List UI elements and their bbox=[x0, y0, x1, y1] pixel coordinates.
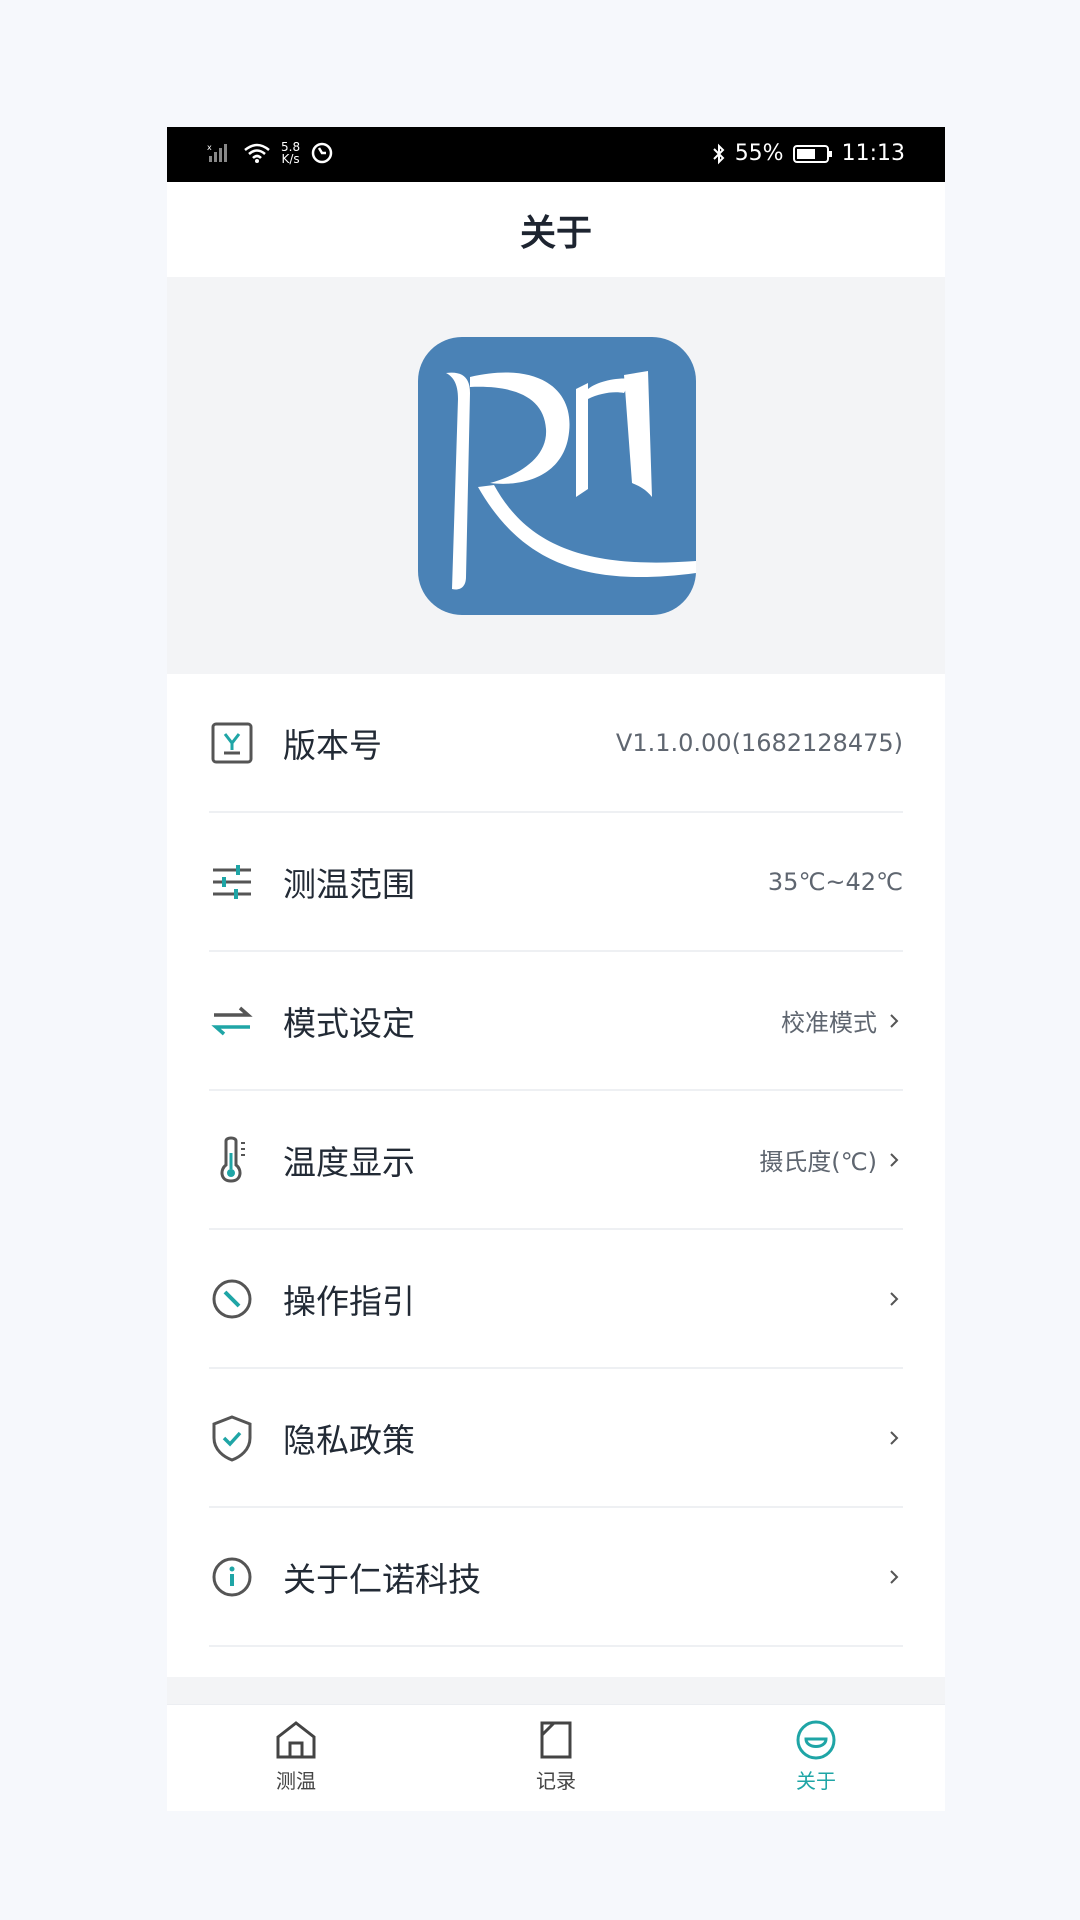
tab-label: 关于 bbox=[796, 1769, 836, 1793]
page-title: 关于 bbox=[519, 212, 592, 254]
chevron-right-icon bbox=[890, 1013, 899, 1028]
setting-mode[interactable]: 模式设定 校准模式 bbox=[209, 952, 903, 1091]
setting-temperature-unit[interactable]: 温度显示 摄氏度(℃) bbox=[209, 1091, 903, 1230]
home-icon bbox=[276, 1721, 316, 1759]
tab-about[interactable]: 关于 bbox=[756, 1719, 876, 1804]
phone-screen: x 5.8 K/s 55% 11:13 关于 版本号 V1.1.0.00(168… bbox=[167, 127, 945, 1811]
version-icon bbox=[209, 720, 255, 766]
setting-about-company[interactable]: 关于仁诺科技 bbox=[209, 1508, 903, 1647]
setting-label: 模式设定 bbox=[283, 1003, 415, 1043]
status-bar: x 5.8 K/s 55% 11:13 bbox=[167, 127, 945, 182]
setting-version: 版本号 V1.1.0.00(1682128475) bbox=[209, 674, 903, 813]
setting-label: 关于仁诺科技 bbox=[283, 1559, 481, 1599]
setting-privacy-policy[interactable]: 隐私政策 bbox=[209, 1369, 903, 1508]
settings-list: 版本号 V1.1.0.00(1682128475) 测温范围 35℃~42℃ 模… bbox=[167, 674, 945, 1677]
setting-value-wrap: 摄氏度(℃) bbox=[759, 1142, 903, 1177]
shield-icon bbox=[209, 1414, 255, 1462]
setting-label: 操作指引 bbox=[283, 1281, 415, 1321]
setting-label: 隐私政策 bbox=[283, 1420, 415, 1460]
network-speed: 5.8 K/s bbox=[281, 141, 300, 165]
wifi-icon bbox=[244, 143, 270, 163]
setting-value-wrap bbox=[885, 1429, 903, 1447]
chevron-right-icon bbox=[890, 1569, 899, 1584]
speed-unit: K/s bbox=[281, 152, 300, 166]
chevron-right-icon bbox=[890, 1430, 899, 1445]
tab-label: 测温 bbox=[276, 1769, 316, 1793]
about-icon bbox=[796, 1720, 836, 1760]
setting-temperature-range: 测温范围 35℃~42℃ bbox=[209, 813, 903, 952]
status-right: 55% 11:13 bbox=[711, 141, 905, 166]
chevron-right-icon bbox=[890, 1152, 899, 1167]
setting-value-wrap bbox=[885, 1290, 903, 1308]
nav-bar: 关于 bbox=[167, 182, 945, 277]
sync-icon bbox=[311, 142, 333, 164]
tab-records[interactable]: 记录 bbox=[496, 1719, 616, 1804]
battery-icon bbox=[792, 144, 832, 163]
setting-value: 校准模式 bbox=[781, 1009, 877, 1037]
record-icon bbox=[540, 1721, 572, 1759]
setting-label: 测温范围 bbox=[283, 864, 415, 904]
setting-label: 版本号 bbox=[283, 725, 382, 765]
setting-operation-guide[interactable]: 操作指引 bbox=[209, 1230, 903, 1369]
battery-percent: 55% bbox=[734, 141, 784, 166]
sliders-icon bbox=[209, 859, 255, 905]
bottom-tab-bar: 测温 记录 关于 bbox=[167, 1704, 945, 1811]
app-logo-area bbox=[167, 277, 945, 674]
thermometer-icon bbox=[209, 1136, 255, 1183]
setting-value-wrap: 校准模式 bbox=[781, 1003, 903, 1038]
setting-value: 摄氏度(℃) bbox=[759, 1148, 877, 1176]
tab-measure[interactable]: 测温 bbox=[236, 1719, 356, 1804]
rn-logo-icon bbox=[418, 337, 696, 615]
setting-label: 温度显示 bbox=[283, 1142, 415, 1182]
bluetooth-icon bbox=[712, 143, 725, 164]
status-left: x 5.8 K/s bbox=[207, 141, 334, 165]
setting-value: 35℃~42℃ bbox=[767, 867, 903, 896]
setting-value: V1.1.0.00(1682128475) bbox=[615, 728, 903, 757]
clock: 11:13 bbox=[841, 141, 905, 166]
chevron-right-icon bbox=[890, 1291, 899, 1306]
tab-label: 记录 bbox=[536, 1769, 576, 1793]
compass-icon bbox=[209, 1276, 255, 1322]
info-icon bbox=[209, 1554, 255, 1600]
svg-text:x: x bbox=[207, 143, 212, 152]
cell-signal-icon: x bbox=[207, 143, 227, 162]
swap-icon bbox=[209, 998, 255, 1044]
setting-value-wrap bbox=[885, 1568, 903, 1586]
